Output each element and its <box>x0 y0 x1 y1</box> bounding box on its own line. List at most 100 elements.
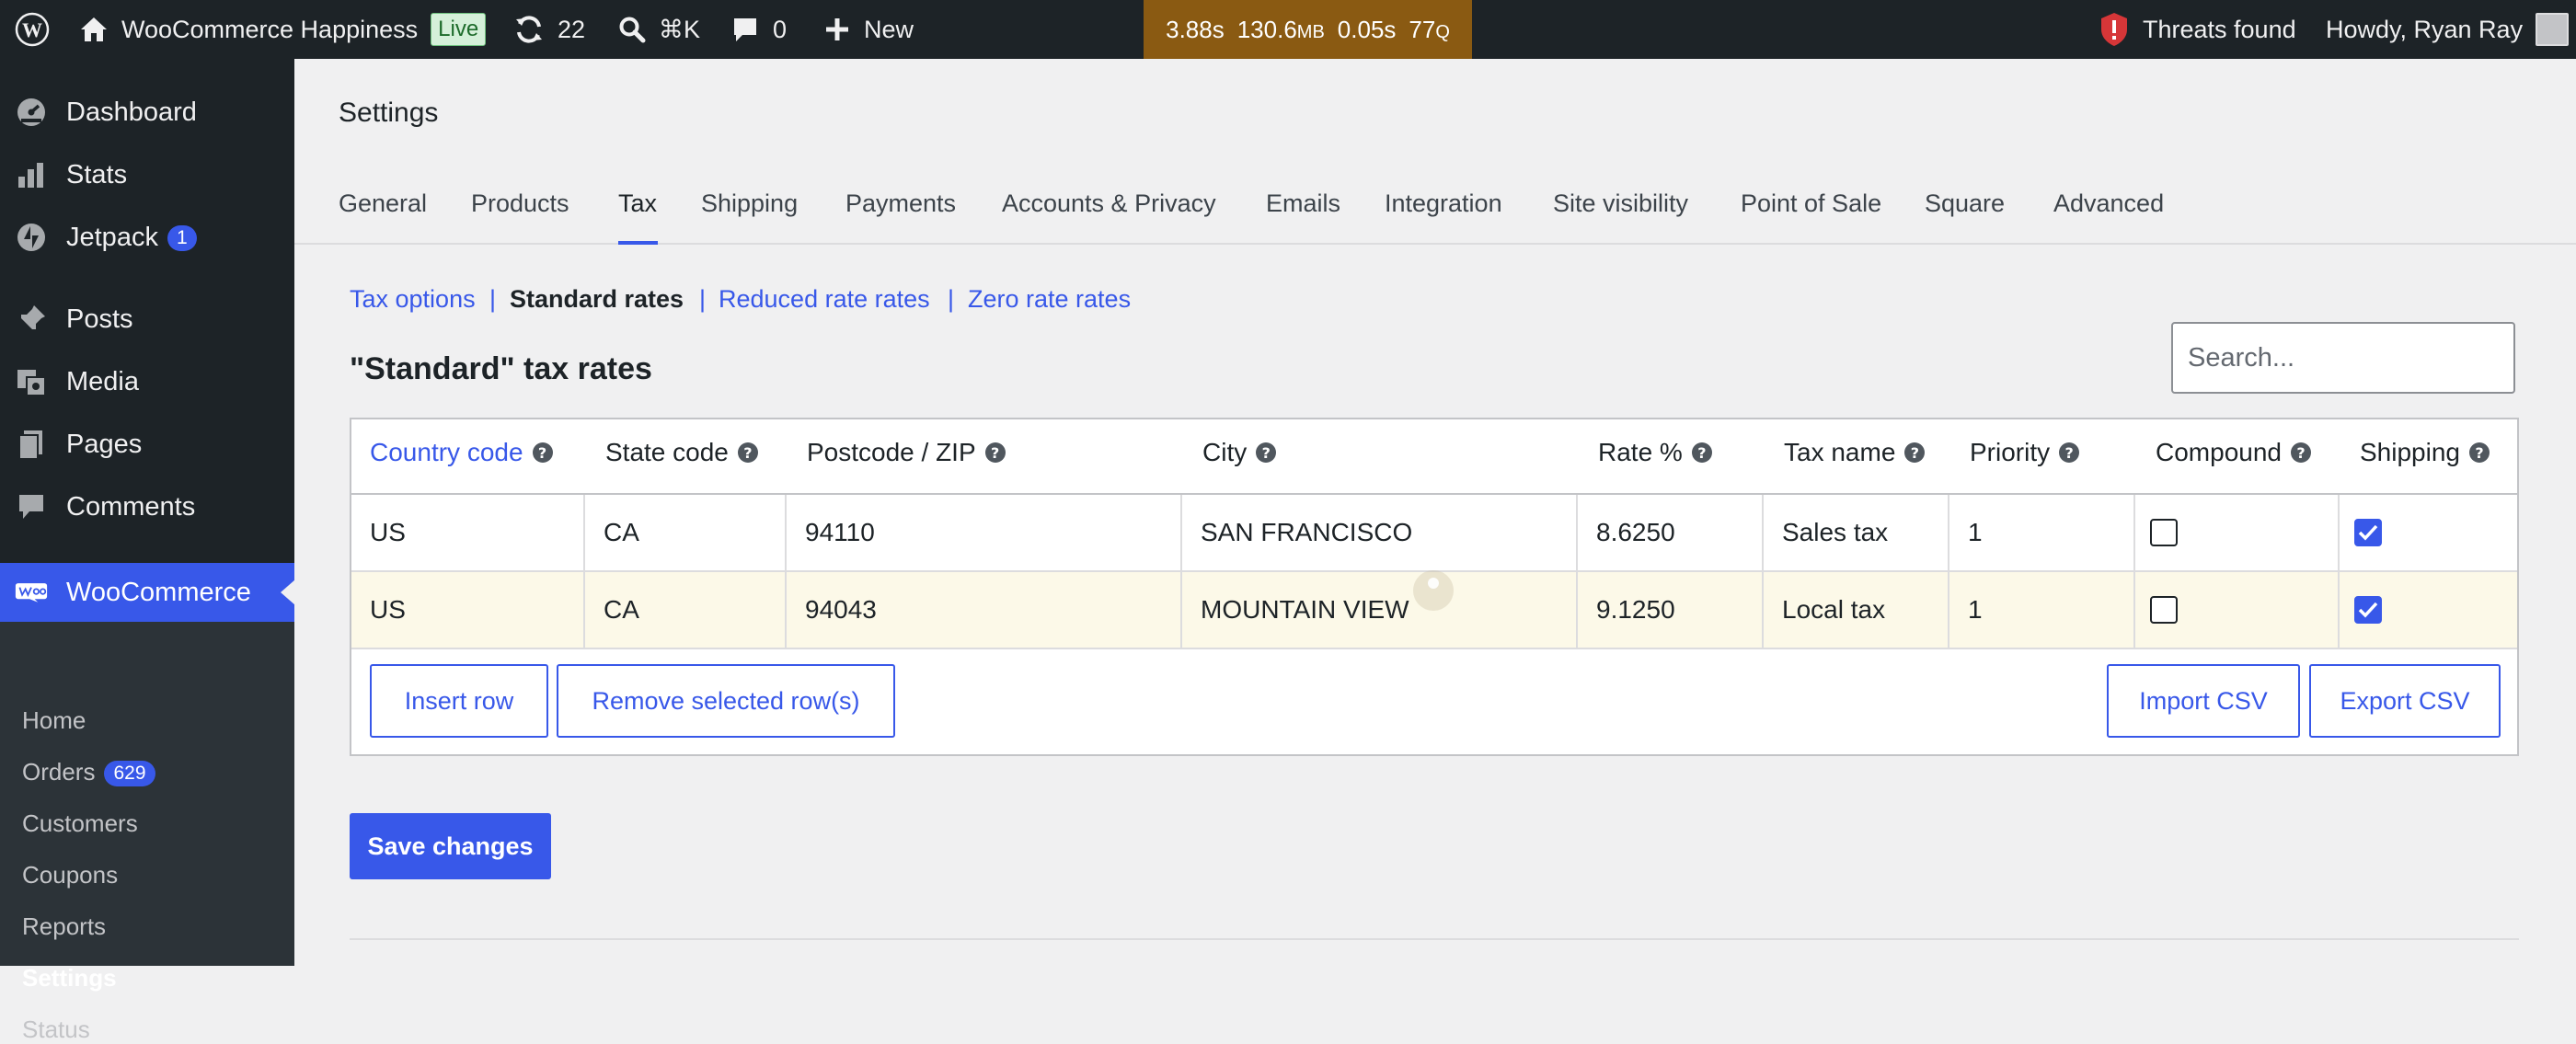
sidebar-item-posts[interactable]: Posts <box>0 290 294 349</box>
tab-products[interactable]: Products <box>471 189 569 218</box>
tab-tax[interactable]: Tax <box>618 189 657 218</box>
comments-link[interactable]: 0 <box>730 0 787 59</box>
cell-tax-name[interactable]: Sales tax <box>1782 495 1888 570</box>
cell-priority[interactable]: 1 <box>1968 495 1983 570</box>
tab-advanced[interactable]: Advanced <box>2053 189 2164 218</box>
help-icon[interactable]: ? <box>984 442 1006 463</box>
column-divider <box>583 495 585 648</box>
export-csv-button[interactable]: Export CSV <box>2309 664 2501 738</box>
sidebar-item-jetpack[interactable]: Jetpack 1 <box>0 208 294 267</box>
help-icon[interactable]: ? <box>1256 442 1277 463</box>
cell-rate[interactable]: 9.1250 <box>1596 572 1675 648</box>
cell-compound <box>2150 495 2178 570</box>
jetpack-badge: 1 <box>167 224 197 251</box>
sidebar-item-stats[interactable]: Stats <box>0 145 294 204</box>
sidebar-item-label: WooCommerce <box>66 577 251 607</box>
submenu-item-reports[interactable]: Reports <box>22 912 106 941</box>
updates-link[interactable]: 22 <box>513 0 585 59</box>
insert-row-button[interactable]: Insert row <box>370 664 548 738</box>
howdy-label: Howdy, Ryan Ray <box>2326 15 2524 43</box>
submenu-item-orders[interactable]: Orders 629 <box>22 758 155 787</box>
submenu-item-status[interactable]: Status <box>22 1015 90 1044</box>
help-icon[interactable]: ? <box>2290 442 2311 463</box>
cell-priority[interactable]: 1 <box>1968 572 1983 648</box>
help-icon[interactable]: ? <box>532 442 553 463</box>
column-divider <box>1948 495 1949 648</box>
compound-checkbox[interactable] <box>2150 596 2178 624</box>
help-icon[interactable]: ? <box>2059 442 2080 463</box>
sidebar-item-media[interactable]: Media <box>0 352 294 411</box>
pin-icon <box>15 303 48 336</box>
submenu-item-home[interactable]: Home <box>22 706 86 735</box>
tab-general[interactable]: General <box>339 189 427 218</box>
cell-postcode[interactable]: 94043 <box>805 572 877 648</box>
sidebar-item-label: Comments <box>66 491 196 522</box>
command-search[interactable]: ⌘K <box>618 0 700 59</box>
sidebar-item-woocommerce-link[interactable]: WooCommerce <box>0 563 294 622</box>
cell-country[interactable]: US <box>370 495 406 570</box>
cell-rate[interactable]: 8.6250 <box>1596 495 1675 570</box>
new-content-link[interactable]: New <box>823 0 914 59</box>
tab-point-of-sale[interactable]: Point of Sale <box>1741 189 1881 218</box>
threats-link[interactable]: Threats found <box>2099 0 2296 59</box>
plus-icon <box>823 16 851 43</box>
help-icon[interactable]: ? <box>737 442 758 463</box>
submenu-item-customers[interactable]: Customers <box>22 809 138 838</box>
wordpress-logo-icon[interactable]: W <box>15 0 50 59</box>
subsub-separator: | <box>948 285 955 313</box>
tab-accounts-privacy[interactable]: Accounts & Privacy <box>1002 189 1216 218</box>
threats-label: Threats found <box>2143 15 2296 43</box>
subsub-reduced-rate-rates[interactable]: Reduced rate rates <box>719 285 930 314</box>
column-header-postcode: Postcode / ZIP? <box>807 438 1006 467</box>
remove-selected-rows-button[interactable]: Remove selected row(s) <box>557 664 895 738</box>
tab-site-visibility[interactable]: Site visibility <box>1553 189 1688 218</box>
cell-state[interactable]: CA <box>604 495 639 570</box>
help-icon[interactable]: ? <box>1691 442 1712 463</box>
table-row[interactable]: US CA 94110 SAN FRANCISCO 8.6250 Sales t… <box>351 495 2517 570</box>
query-monitor-stats[interactable]: 3.88s 130.6MB 0.05s 77Q <box>1144 0 1472 59</box>
tab-integration[interactable]: Integration <box>1385 189 1502 218</box>
submenu-item-settings[interactable]: Settings <box>22 964 117 992</box>
submenu-item-coupons[interactable]: Coupons <box>22 861 118 889</box>
bottom-divider <box>350 938 2519 940</box>
column-divider <box>1576 495 1578 648</box>
cell-city[interactable]: SAN FRANCISCO <box>1201 495 1412 570</box>
shipping-checkbox[interactable] <box>2354 596 2382 624</box>
subsub-zero-rate-rates[interactable]: Zero rate rates <box>968 285 1131 314</box>
column-header-state-code: State code? <box>605 438 758 467</box>
column-header-country-code[interactable]: Country code? <box>370 438 553 467</box>
sidebar-item-dashboard[interactable]: Dashboard <box>0 83 294 142</box>
account-menu[interactable]: Howdy, Ryan Ray <box>2326 0 2570 59</box>
subsub-standard-rates[interactable]: Standard rates <box>510 285 684 314</box>
tab-square[interactable]: Square <box>1925 189 2005 218</box>
sidebar-item-pages[interactable]: Pages <box>0 415 294 474</box>
import-csv-button[interactable]: Import CSV <box>2107 664 2300 738</box>
column-divider <box>2338 495 2340 648</box>
help-icon[interactable]: ? <box>2468 442 2490 463</box>
column-header-tax-name: Tax name? <box>1784 438 1926 467</box>
cell-postcode[interactable]: 94110 <box>805 495 875 570</box>
cell-country[interactable]: US <box>370 572 406 648</box>
site-name-link[interactable]: WooCommerce Happiness Live <box>79 0 487 59</box>
cell-compound <box>2150 572 2178 648</box>
save-changes-button[interactable]: Save changes <box>350 813 551 879</box>
page-title: Settings <box>339 98 439 128</box>
tax-rates-heading: "Standard" tax rates <box>350 351 652 386</box>
tab-shipping[interactable]: Shipping <box>701 189 798 218</box>
cell-tax-name[interactable]: Local tax <box>1782 572 1885 648</box>
sidebar-item-comments[interactable]: Comments <box>0 477 294 536</box>
cell-city[interactable]: MOUNTAIN VIEW <box>1201 572 1409 648</box>
cursor-indicator <box>1413 570 1454 611</box>
orders-badge: 629 <box>104 761 155 787</box>
compound-checkbox[interactable] <box>2150 519 2178 546</box>
cell-state[interactable]: CA <box>604 572 639 648</box>
help-icon[interactable]: ? <box>1904 442 1926 463</box>
tab-emails[interactable]: Emails <box>1266 189 1340 218</box>
shipping-checkbox[interactable] <box>2354 519 2382 546</box>
cell-shipping <box>2354 572 2382 648</box>
sidebar-item-label: Jetpack 1 <box>66 223 197 253</box>
tab-payments[interactable]: Payments <box>845 189 956 218</box>
sidebar-item-label: Posts <box>66 304 133 334</box>
search-input[interactable] <box>2171 322 2515 394</box>
subsub-tax-options[interactable]: Tax options <box>350 285 476 314</box>
